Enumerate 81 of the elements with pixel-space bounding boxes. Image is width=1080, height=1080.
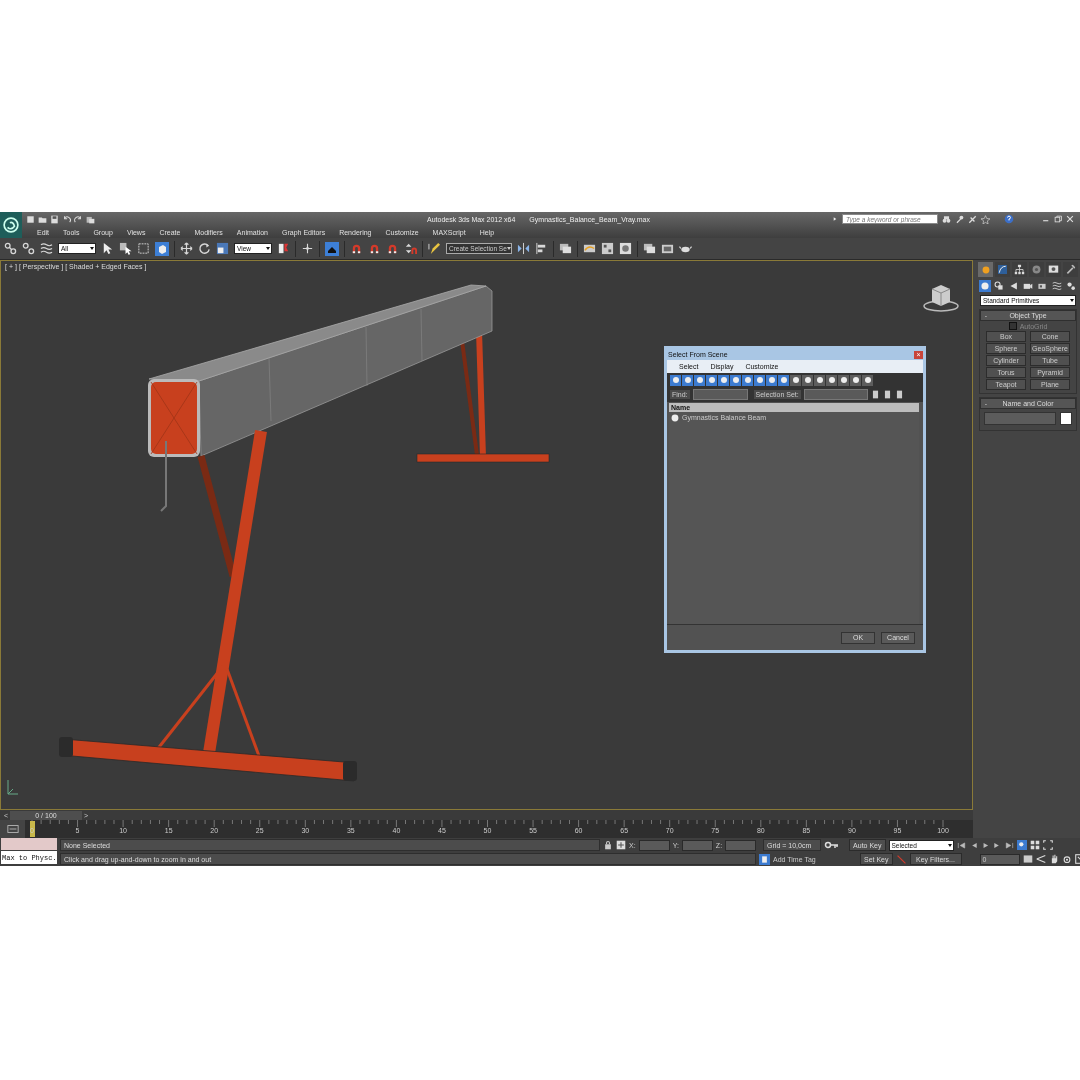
filter-toggle-button[interactable] xyxy=(670,374,681,386)
color-swatch[interactable] xyxy=(1060,412,1072,425)
material-icon[interactable] xyxy=(619,242,632,255)
redo-icon[interactable] xyxy=(74,214,83,224)
align-icon[interactable] xyxy=(535,242,548,255)
category-button[interactable] xyxy=(979,280,991,292)
app-logo[interactable] xyxy=(0,212,22,238)
expand-arrow-icon[interactable] xyxy=(832,215,838,223)
scale-icon[interactable] xyxy=(216,242,229,255)
go-to-end-icon[interactable] xyxy=(1004,840,1014,850)
logo-icon xyxy=(3,217,19,233)
frame-icon[interactable] xyxy=(661,242,674,255)
filter-toggle-button[interactable] xyxy=(706,374,717,386)
filter-toggle-button[interactable] xyxy=(742,374,753,386)
mirror-icon[interactable] xyxy=(517,242,530,255)
wrench-icon[interactable] xyxy=(955,214,964,224)
transform-mode-icon[interactable] xyxy=(616,840,626,850)
filter-toggle-button[interactable] xyxy=(682,374,693,386)
undo-icon[interactable] xyxy=(62,214,71,224)
curve-editor-toggle-icon[interactable] xyxy=(6,823,19,835)
lock-icon[interactable] xyxy=(603,840,613,850)
move-icon[interactable] xyxy=(180,242,193,255)
save-icon[interactable] xyxy=(50,214,59,224)
curve-editor-icon[interactable] xyxy=(583,242,596,255)
filter-toggle-button[interactable] xyxy=(694,374,705,386)
filter-toggle-button[interactable] xyxy=(754,374,765,386)
y-coordinate-field[interactable] xyxy=(681,839,713,851)
keyboard-toggle-icon[interactable] xyxy=(325,241,339,256)
help-icon[interactable] xyxy=(1004,214,1014,224)
cube-icon[interactable] xyxy=(155,241,169,256)
orbit-icon[interactable] xyxy=(1061,854,1072,864)
magnet-icon[interactable] xyxy=(350,242,363,255)
wave-icon[interactable] xyxy=(40,242,53,255)
close-icon[interactable] xyxy=(1066,215,1074,223)
link-icon[interactable] xyxy=(4,242,17,255)
restore-icon[interactable] xyxy=(1054,215,1062,223)
find-field[interactable] xyxy=(692,389,748,400)
zoom-extents-icon[interactable] xyxy=(1016,840,1027,850)
filter-toggle-button[interactable] xyxy=(826,374,837,386)
time-tag-icon[interactable] xyxy=(759,853,770,865)
frame-corners-icon[interactable] xyxy=(1042,840,1053,850)
star-icon[interactable] xyxy=(981,214,990,224)
category-button[interactable] xyxy=(993,280,1006,292)
filter-toggle-button[interactable] xyxy=(850,374,861,386)
filter-toggle-button[interactable] xyxy=(802,374,813,386)
category-button[interactable] xyxy=(1050,280,1063,292)
object-name-field[interactable] xyxy=(984,412,1056,425)
go-to-start-icon[interactable] xyxy=(956,840,966,850)
next-frame-icon[interactable] xyxy=(992,840,1002,850)
layers-icon[interactable] xyxy=(559,242,572,255)
dashed-square-icon[interactable] xyxy=(137,242,150,255)
project-folder-icon[interactable] xyxy=(86,214,95,224)
filter-toggle-button[interactable] xyxy=(778,374,789,386)
crosshair-icon[interactable] xyxy=(301,242,314,255)
filter-toggle-button[interactable] xyxy=(862,374,873,386)
x-coordinate-field[interactable] xyxy=(638,839,670,851)
filter-toggle-button[interactable] xyxy=(838,374,849,386)
magnet-icon[interactable] xyxy=(386,242,399,255)
binoculars-icon[interactable] xyxy=(942,214,951,224)
filter-toggle-button[interactable] xyxy=(730,374,741,386)
field-of-view-icon[interactable] xyxy=(1035,854,1046,864)
z-coordinate-field[interactable] xyxy=(725,839,757,851)
filter-toggle-button[interactable] xyxy=(814,374,825,386)
pivot-icon[interactable] xyxy=(277,242,290,255)
schematic-icon[interactable] xyxy=(601,242,614,255)
filter-toggle-button[interactable] xyxy=(718,374,729,386)
rotate-icon[interactable] xyxy=(198,242,211,255)
magnet-icon[interactable] xyxy=(368,242,381,255)
four-squares-icon[interactable] xyxy=(1029,840,1040,850)
pencil-icon[interactable] xyxy=(428,242,441,255)
cursor-icon[interactable] xyxy=(101,242,114,255)
new-file-icon[interactable] xyxy=(26,214,35,224)
checkbox[interactable] xyxy=(1008,322,1017,330)
filter-toggle-button[interactable] xyxy=(766,374,777,386)
filter-toggle-button[interactable] xyxy=(790,374,801,386)
current-frame-marker[interactable] xyxy=(30,821,35,837)
broken-link-icon[interactable] xyxy=(22,242,35,255)
select-by-name-icon[interactable] xyxy=(119,242,132,255)
sphere-icon xyxy=(671,413,679,422)
category-button[interactable] xyxy=(1064,280,1077,292)
spinner-snap-icon[interactable] xyxy=(404,242,417,255)
